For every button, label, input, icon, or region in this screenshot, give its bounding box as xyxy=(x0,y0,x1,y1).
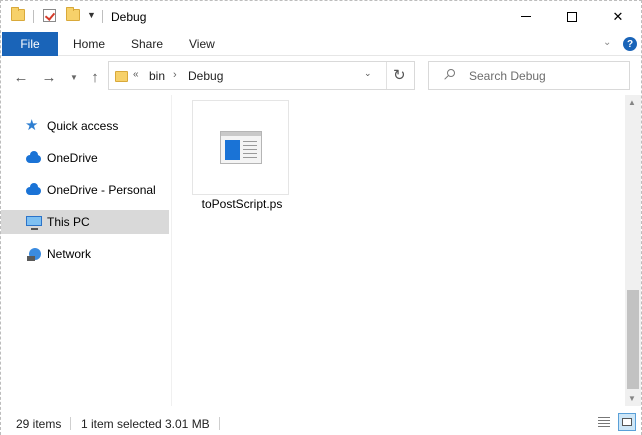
up-button[interactable]: ↑ xyxy=(85,67,105,87)
ribbon-tabs: File Home Share View ⌄ ? xyxy=(1,32,641,56)
folder-icon xyxy=(11,7,25,21)
sidebar-item-label: OneDrive - Personal xyxy=(47,183,156,197)
search-box[interactable]: Search Debug xyxy=(428,61,630,90)
address-dropdown-icon[interactable]: ⌄ xyxy=(364,68,372,79)
title-bar[interactable]: ▼ Debug ✕ xyxy=(1,1,641,32)
tab-view[interactable]: View xyxy=(189,32,215,56)
sidebar-item-this-pc[interactable]: This PC xyxy=(1,210,169,234)
scrollbar-thumb[interactable] xyxy=(627,290,639,389)
selection-count: 1 item selected xyxy=(81,417,162,431)
file-list[interactable]: toPostScript.ps xyxy=(172,95,625,406)
navigation-bar: ← → ▼ ↑ « bin › Debug ⌄ ↻ Search Debug xyxy=(1,57,641,95)
sidebar-item-onedrive[interactable]: OneDrive xyxy=(1,146,169,170)
item-count: 29 items xyxy=(16,417,62,431)
file-name[interactable]: toPostScript.ps xyxy=(186,197,298,211)
sidebar-item-label: OneDrive xyxy=(47,151,98,165)
tab-share[interactable]: Share xyxy=(131,32,163,56)
document-icon xyxy=(220,131,262,164)
star-icon: ★ xyxy=(25,117,39,134)
divider xyxy=(386,62,387,89)
scroll-down-icon[interactable]: ▼ xyxy=(628,394,636,403)
cloud-icon xyxy=(25,182,43,198)
minimize-icon xyxy=(521,16,531,17)
file-item-selected[interactable] xyxy=(192,100,289,195)
search-placeholder[interactable]: Search Debug xyxy=(469,69,546,83)
back-button[interactable]: ← xyxy=(11,67,31,87)
network-icon xyxy=(25,246,43,262)
status-bar: 29 items 1 item selected 3.01 MB xyxy=(1,411,641,435)
computer-icon xyxy=(25,214,43,230)
vertical-scrollbar[interactable]: ▲ ▼ xyxy=(625,95,641,406)
divider xyxy=(219,417,220,430)
sidebar-item-label: This PC xyxy=(47,215,90,229)
recent-locations-button[interactable]: ▼ xyxy=(64,67,84,87)
sidebar-item-quick-access[interactable]: ★ Quick access xyxy=(1,114,169,138)
sidebar-item-network[interactable]: Network xyxy=(1,242,169,266)
tab-file[interactable]: File xyxy=(2,32,58,56)
breadcrumb-bin[interactable]: bin xyxy=(149,69,165,83)
breadcrumb-separator[interactable]: › xyxy=(173,69,177,81)
window-title: Debug xyxy=(111,10,147,24)
new-folder-icon[interactable] xyxy=(66,7,80,21)
large-icons-view-icon[interactable] xyxy=(618,413,636,431)
expand-ribbon-icon[interactable]: ⌄ xyxy=(603,37,611,48)
maximize-icon xyxy=(567,11,577,22)
properties-icon[interactable] xyxy=(43,9,56,22)
cloud-icon xyxy=(25,150,43,166)
minimize-button[interactable] xyxy=(503,1,549,32)
quick-access-toolbar-dropdown[interactable]: ▼ xyxy=(87,10,96,20)
forward-button[interactable]: → xyxy=(39,67,59,87)
folder-icon xyxy=(115,71,128,82)
help-icon[interactable]: ? xyxy=(623,37,637,51)
address-bar[interactable]: « bin › Debug ⌄ ↻ xyxy=(108,61,415,90)
sidebar-item-onedrive-personal[interactable]: OneDrive - Personal xyxy=(1,178,169,202)
sidebar-item-label: Quick access xyxy=(47,119,119,133)
separator xyxy=(33,10,34,23)
divider xyxy=(70,417,71,430)
maximize-button[interactable] xyxy=(549,1,595,32)
refresh-button[interactable]: ↻ xyxy=(393,66,406,84)
close-button[interactable]: ✕ xyxy=(595,1,641,32)
explorer-window: ▼ Debug ✕ File Home Share View ⌄ ? ← → ▼… xyxy=(0,0,642,435)
scroll-up-icon[interactable]: ▲ xyxy=(628,98,636,107)
selection-size: 3.01 MB xyxy=(165,417,210,431)
navigation-pane: ★ Quick access OneDrive OneDrive - Perso… xyxy=(1,95,171,406)
close-icon: ✕ xyxy=(612,8,624,24)
sidebar-item-label: Network xyxy=(47,247,92,261)
details-view-icon[interactable] xyxy=(598,417,610,428)
search-icon xyxy=(444,69,455,80)
breadcrumb-overflow[interactable]: « xyxy=(133,69,139,80)
breadcrumb-debug[interactable]: Debug xyxy=(188,69,223,83)
separator xyxy=(102,10,103,23)
tab-home[interactable]: Home xyxy=(73,32,105,56)
